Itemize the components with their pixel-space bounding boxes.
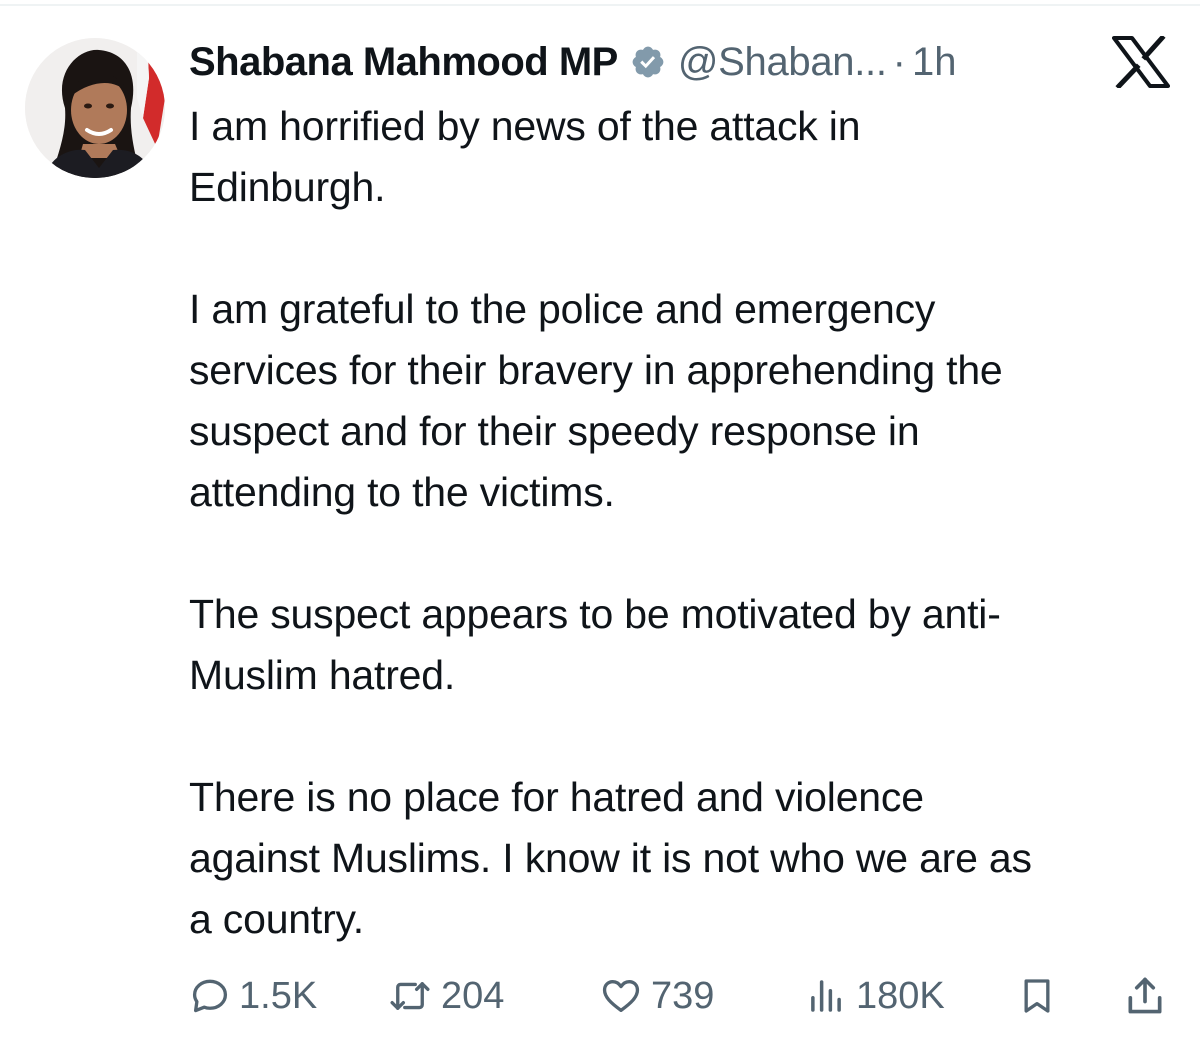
tweet-actions: 1.5K 204 739 180K [189, 966, 1174, 1026]
repost-button[interactable]: 204 [387, 966, 504, 1026]
text-line: Edinburgh. [189, 164, 386, 210]
reply-icon [189, 975, 231, 1017]
text-line: against Muslims. I know it is not who we… [189, 835, 1032, 881]
views-count: 180K [856, 974, 945, 1017]
share-button[interactable] [1123, 966, 1167, 1026]
like-count: 739 [651, 974, 715, 1017]
text-line: attending to the victims. [189, 469, 615, 515]
tweet-header: Shabana Mahmood MP @Shaban... · 1h [189, 34, 957, 90]
repost-count: 204 [441, 974, 505, 1017]
tweet-paragraph: The suspect appears to be motivated by a… [189, 584, 1179, 706]
reply-count: 1.5K [239, 974, 318, 1017]
views-button[interactable]: 180K [804, 966, 945, 1026]
bookmark-button[interactable] [1017, 966, 1057, 1026]
tweet-text: I am horrified by news of the attack in … [189, 96, 1179, 950]
text-line: a country. [189, 896, 364, 942]
tweet-paragraph: I am grateful to the police and emergenc… [189, 279, 1179, 523]
verified-badge-icon[interactable] [630, 44, 666, 80]
avatar[interactable] [25, 38, 165, 178]
text-line: Muslim hatred. [189, 652, 456, 698]
repost-icon [387, 975, 433, 1017]
share-icon [1123, 974, 1167, 1018]
text-line: There is no place for hatred and violenc… [189, 774, 924, 820]
header-separator: · [892, 39, 906, 84]
text-line: I am horrified by news of the attack in [189, 103, 861, 149]
timestamp[interactable]: 1h [912, 40, 957, 85]
x-logo-icon [1112, 34, 1170, 90]
tweet-paragraph: There is no place for hatred and violenc… [189, 767, 1179, 950]
heart-icon [599, 975, 643, 1017]
text-line: The suspect appears to be motivated by a… [189, 591, 1001, 637]
text-line: services for their bravery in apprehendi… [189, 347, 1003, 393]
author-handle[interactable]: @Shaban... [678, 40, 887, 85]
text-line: suspect and for their speedy response in [189, 408, 920, 454]
tweet-paragraph: I am horrified by news of the attack in … [189, 96, 1179, 218]
tweet-card[interactable]: Shabana Mahmood MP @Shaban... · 1h I am … [0, 0, 1200, 1043]
views-icon [804, 975, 848, 1017]
reply-button[interactable]: 1.5K [189, 966, 317, 1026]
text-line: I am grateful to the police and emergenc… [189, 286, 936, 332]
author-display-name[interactable]: Shabana Mahmood MP [189, 40, 618, 85]
bookmark-icon [1017, 974, 1057, 1018]
like-button[interactable]: 739 [599, 966, 714, 1026]
profile-photo-icon [25, 38, 165, 178]
